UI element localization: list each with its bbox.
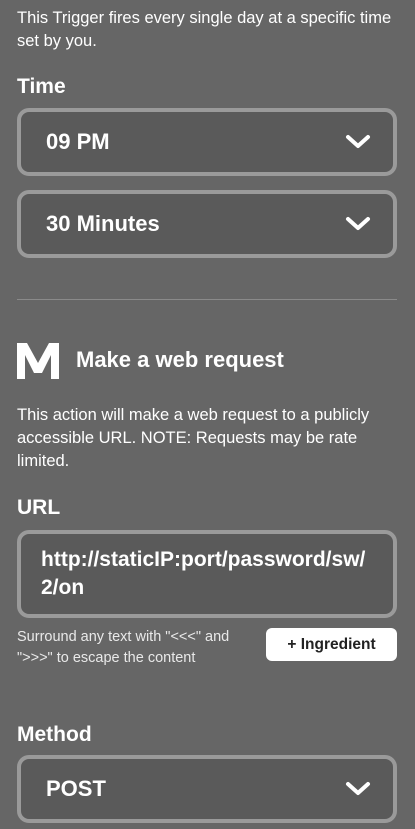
url-input[interactable]: http://staticIP:port/password/sw/2/on bbox=[17, 530, 397, 618]
action-title: Make a web request bbox=[76, 347, 284, 372]
add-ingredient-button[interactable]: + Ingredient bbox=[266, 628, 397, 661]
minute-select[interactable]: 30 Minutes bbox=[17, 190, 397, 258]
chevron-down-icon bbox=[346, 135, 370, 148]
method-select-value: POST bbox=[46, 776, 106, 801]
action-description: This action will make a web request to a… bbox=[17, 406, 370, 470]
hour-select[interactable]: 09 PM bbox=[17, 108, 397, 176]
url-label: URL bbox=[17, 496, 61, 519]
trigger-description: This Trigger fires every single day at a… bbox=[17, 9, 392, 50]
chevron-down-icon bbox=[346, 782, 370, 795]
hour-select-value: 09 PM bbox=[46, 129, 110, 154]
section-divider bbox=[17, 299, 397, 300]
maker-webhooks-logo-icon bbox=[17, 343, 59, 379]
chevron-down-icon bbox=[346, 217, 370, 230]
method-select[interactable]: POST bbox=[17, 755, 397, 823]
applet-config-panel: This Trigger fires every single day at a… bbox=[0, 0, 415, 829]
minute-select-value: 30 Minutes bbox=[46, 211, 160, 236]
escape-hint: Surround any text with "<<<" and ">>>" t… bbox=[17, 629, 230, 666]
method-label: Method bbox=[17, 723, 92, 746]
time-label: Time bbox=[17, 75, 66, 98]
